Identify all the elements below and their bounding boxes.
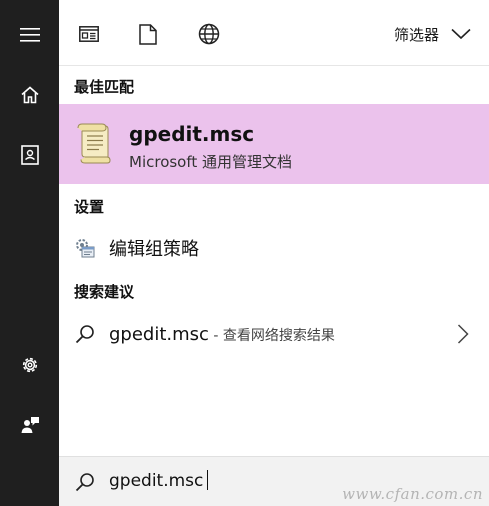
web-filter-icon: [198, 23, 220, 45]
watermark: www.cfan.com.cn: [342, 485, 483, 503]
menu-button[interactable]: [0, 11, 59, 59]
best-match-subtitle: Microsoft 通用管理文档: [129, 153, 293, 171]
filter-label: 筛选器: [393, 25, 439, 44]
apps-filter-icon: [79, 26, 99, 42]
settings-button[interactable]: [0, 341, 59, 389]
search-input-value: gpedit.msc: [109, 471, 204, 491]
chevron-down-icon: [451, 28, 471, 40]
web-filter-button[interactable]: [195, 20, 223, 48]
settings-icon: [22, 357, 37, 373]
settings-result-label: 编辑组策略: [109, 239, 199, 260]
best-match-heading: 最佳匹配: [74, 78, 135, 96]
settings-result-edit-group-policy[interactable]: 编辑组策略: [59, 228, 489, 268]
home-icon: [20, 86, 39, 104]
search-box[interactable]: gpedit.msc www.cfan.com.cn: [59, 456, 489, 506]
feedback-button[interactable]: [0, 401, 59, 449]
text-caret: [207, 470, 209, 490]
apps-filter-button[interactable]: [75, 20, 103, 48]
filter-dropdown[interactable]: 筛选器: [394, 20, 471, 48]
search-icon: [75, 325, 94, 344]
suggestions-heading: 搜索建议: [74, 283, 135, 301]
best-match-title: gpedit.msc: [129, 122, 255, 146]
search-scope-toolbar: 筛选器: [59, 0, 489, 66]
group-policy-icon: [76, 239, 95, 258]
web-suggestion-row[interactable]: gpedit.msc - 查看网络搜索结果: [59, 314, 489, 354]
hamburger-icon: [19, 28, 40, 42]
search-input[interactable]: gpedit.msc: [109, 470, 209, 491]
start-left-rail: [0, 0, 59, 506]
feedback-icon: [21, 417, 39, 433]
notebook-icon: [20, 145, 39, 165]
settings-heading: 设置: [74, 198, 105, 216]
chevron-right-icon[interactable]: [457, 324, 469, 344]
home-button[interactable]: [0, 71, 59, 119]
documents-filter-button[interactable]: [134, 20, 162, 48]
suggestion-hint: - 查看网络搜索结果: [208, 327, 335, 344]
search-icon: [75, 473, 94, 492]
scroll-document-icon: [77, 123, 111, 164]
documents-filter-icon: [139, 23, 157, 45]
notebook-button[interactable]: [0, 131, 59, 179]
suggestion-query: gpedit.msc: [109, 323, 209, 345]
best-match-result[interactable]: gpedit.msc Microsoft 通用管理文档: [59, 104, 489, 184]
search-panel: 筛选器 最佳匹配 gpedit.msc Microsoft 通用管理文档 设置: [59, 0, 489, 506]
